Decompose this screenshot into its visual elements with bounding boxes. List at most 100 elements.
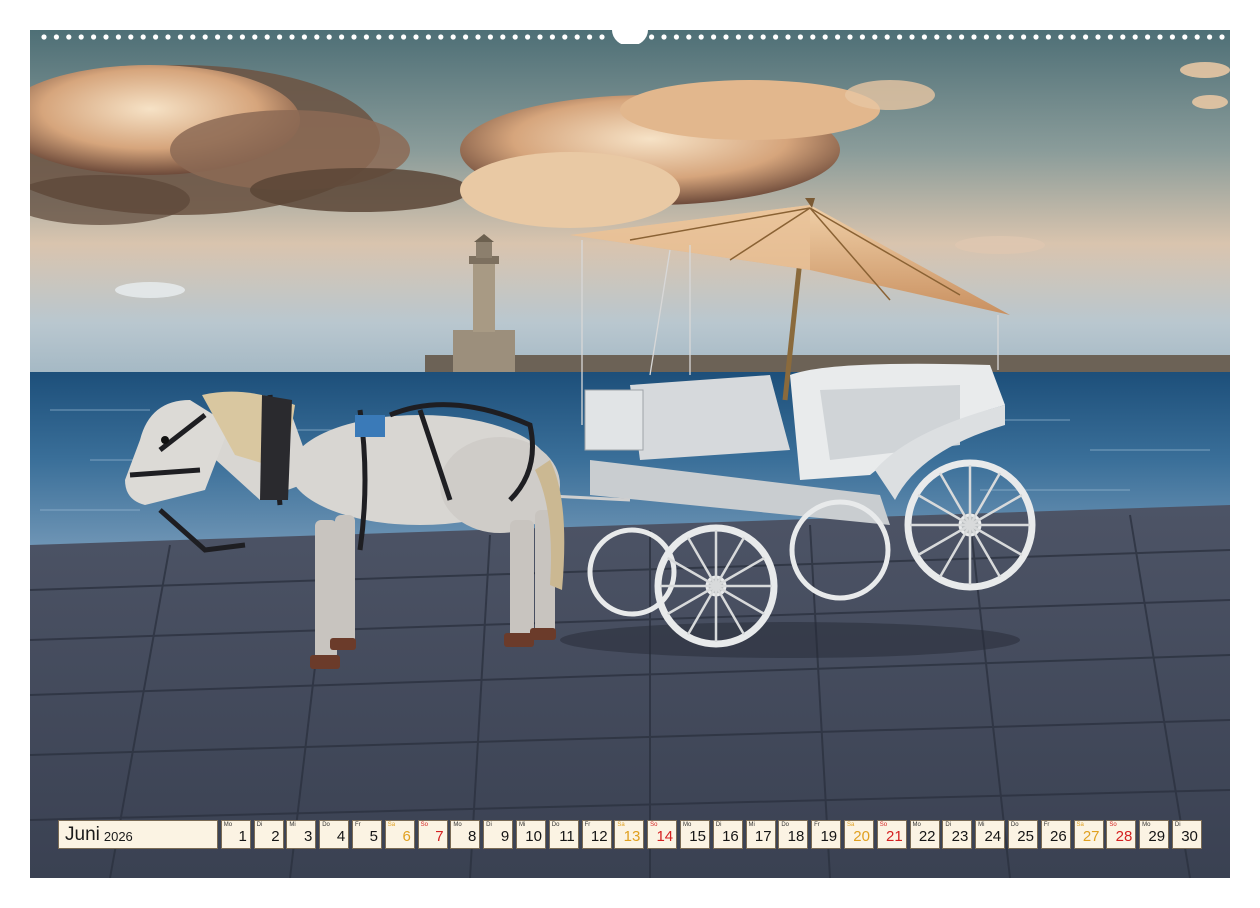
day-number: 21: [886, 828, 903, 845]
day-cell: Di 16: [712, 820, 743, 849]
day-number: 6: [402, 828, 411, 845]
day-number: 25: [1017, 828, 1034, 845]
binding-hole: [1194, 34, 1200, 40]
binding-hole: [91, 34, 97, 40]
hanger-notch: [612, 30, 648, 46]
weekday-label: Di: [256, 822, 263, 828]
month-year: 2026: [103, 828, 133, 844]
day-cell: Di 9: [483, 820, 514, 849]
binding-hole: [1008, 34, 1014, 40]
calendar-binding: [30, 30, 1230, 46]
binding-hole: [1182, 34, 1188, 40]
day-cell: So 14: [647, 820, 678, 849]
binding-hole: [921, 34, 928, 40]
binding-hole: [1169, 34, 1175, 40]
binding-hole: [835, 34, 841, 40]
month-label: Juni 2026: [58, 820, 218, 849]
binding-hole: [711, 34, 717, 40]
day-cell: Do 11: [548, 820, 579, 849]
day-number: 30: [1181, 828, 1198, 845]
binding-hole: [326, 34, 332, 40]
weekday-label: Di: [945, 822, 951, 828]
binding-hole: [140, 34, 146, 40]
calendar-strip: Juni 2026 Mo 1 Di 2 Mi 3 Do 4 Fr 5 Sa 6 So 7 Mo 8 Di 9 Mi 1…: [58, 820, 1202, 850]
day-number: 18: [787, 828, 805, 845]
binding-hole: [785, 34, 791, 40]
harbor-carriage-photo: [30, 30, 1230, 878]
day-number: 14: [656, 828, 674, 845]
day-cell: Fr 12: [581, 820, 612, 849]
weekday-label: Fr: [584, 822, 591, 828]
weekday-label: So: [420, 822, 428, 828]
day-cell: Fr 26: [1040, 820, 1071, 849]
binding-hole: [41, 34, 47, 40]
day-cell: Sa 6: [384, 820, 415, 849]
binding-hole: [946, 34, 952, 40]
day-number: 8: [468, 828, 477, 845]
binding-hole: [277, 34, 283, 40]
binding-hole: [264, 34, 270, 40]
binding-hole: [996, 34, 1002, 40]
binding-hole: [165, 34, 171, 40]
day-number: 22: [918, 828, 936, 845]
binding-hole: [822, 34, 828, 40]
day-cell: Mo 29: [1139, 820, 1170, 849]
binding-hole: [128, 34, 134, 40]
binding-hole: [1107, 34, 1113, 40]
day-number: 5: [369, 828, 378, 845]
binding-hole: [525, 34, 531, 40]
binding-hole: [649, 34, 655, 40]
day-cell: So 21: [876, 820, 907, 849]
weekday-label: Mo: [453, 822, 462, 828]
binding-hole: [872, 34, 878, 40]
weekday-label: Di: [1174, 822, 1181, 828]
day-number: 27: [1082, 828, 1100, 845]
binding-hole: [1058, 34, 1064, 40]
binding-hole: [897, 34, 903, 40]
day-number: 7: [435, 828, 444, 845]
binding-hole: [153, 34, 159, 40]
binding-hole: [760, 34, 766, 40]
binding-hole: [177, 34, 183, 40]
binding-hole: [103, 34, 109, 40]
binding-hole: [797, 34, 804, 40]
binding-hole: [673, 34, 680, 40]
binding-hole: [884, 34, 890, 40]
day-number: 19: [820, 828, 838, 845]
binding-hole: [376, 34, 382, 40]
binding-hole: [401, 34, 407, 40]
day-cell: Mi 24: [975, 820, 1006, 849]
day-cell: Sa 13: [614, 820, 645, 849]
binding-hole: [537, 34, 543, 40]
binding-hole: [773, 34, 779, 40]
day-cell: Sa 20: [843, 820, 874, 849]
binding-hole: [1021, 34, 1027, 40]
day-number: 12: [590, 828, 608, 845]
binding-hole: [450, 34, 456, 40]
binding-hole: [959, 34, 965, 40]
day-number: 2: [271, 828, 280, 845]
binding-holes: [41, 30, 1225, 46]
day-number: 9: [500, 828, 510, 845]
day-cell: Mo 8: [450, 820, 481, 849]
day-cell: Mo 1: [220, 820, 251, 849]
day-cell: Do 25: [1007, 820, 1038, 849]
binding-hole: [1132, 34, 1138, 40]
binding-hole: [339, 34, 345, 40]
binding-hole: [934, 34, 940, 40]
day-number: 29: [1148, 828, 1166, 845]
weekday-label: Fr: [814, 822, 820, 828]
binding-hole: [1045, 34, 1051, 40]
weekday-label: Do: [322, 822, 330, 828]
day-cell: Do 4: [319, 820, 350, 849]
day-number: 28: [1115, 828, 1133, 845]
day-number: 4: [336, 828, 346, 845]
day-number: 3: [304, 828, 313, 845]
weekday-label: Di: [486, 822, 492, 828]
day-cell: Fr 19: [811, 820, 842, 849]
binding-hole: [1083, 34, 1089, 40]
month-name: Juni: [65, 823, 100, 845]
binding-hole: [587, 34, 593, 40]
binding-hole: [463, 34, 469, 40]
binding-hole: [425, 34, 431, 40]
